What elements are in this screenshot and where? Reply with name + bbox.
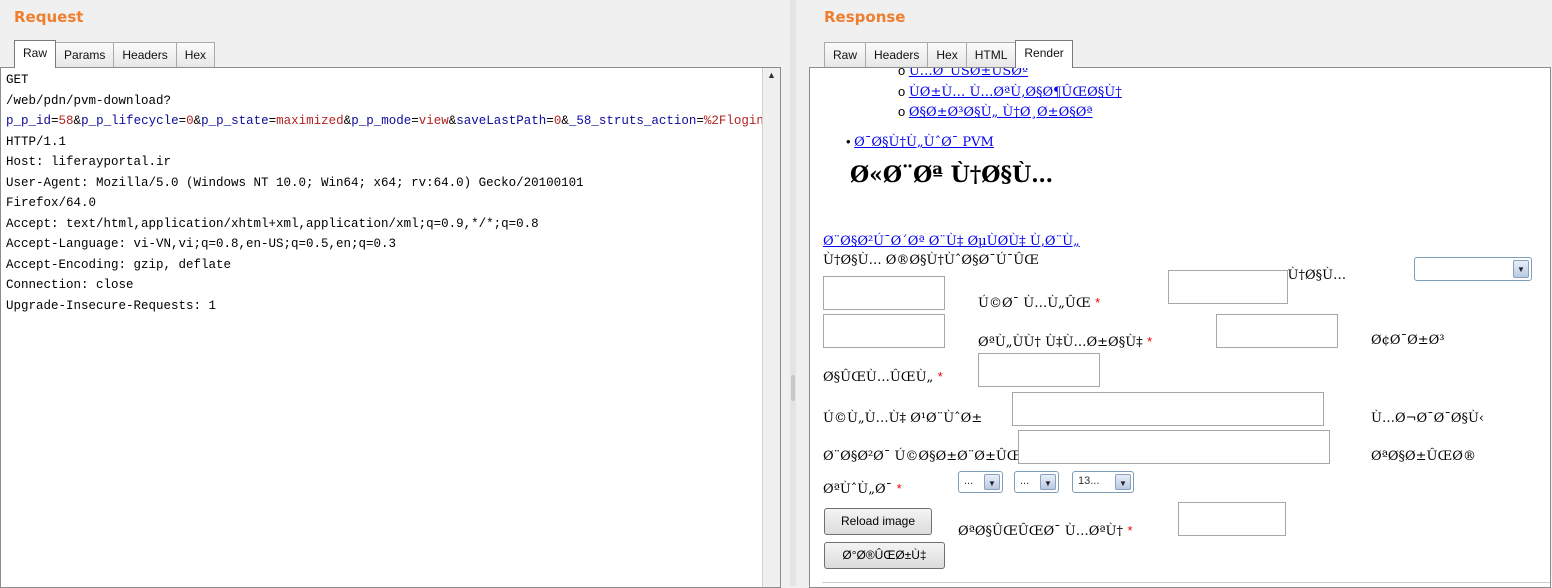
chevron-down-icon: ▼ xyxy=(1513,260,1529,278)
response-title: Response xyxy=(824,8,906,26)
request-method: GET xyxy=(6,73,29,87)
list-item: • Ø¯Ø§Ù†Ù„ÙˆØ¯ PVM xyxy=(846,134,994,150)
address-label: Ø¢Ø¯Ø±Ø³ xyxy=(1371,333,1445,348)
phone-input[interactable] xyxy=(1216,314,1338,348)
tab-hex[interactable]: Hex xyxy=(175,42,216,67)
first-name-input[interactable] xyxy=(1168,270,1288,304)
request-scrollbar[interactable]: ▲ xyxy=(762,68,780,587)
tab-raw[interactable]: Raw xyxy=(14,40,57,68)
menu-link[interactable]: ÙØ±Ù… Ù…ØªÙ‚Ø§Ø¶ÛŒØ§Ù† xyxy=(909,85,1122,100)
chevron-down-icon: ▼ xyxy=(1040,474,1056,490)
chevron-down-icon: ▼ xyxy=(1115,474,1131,490)
pane-splitter[interactable] xyxy=(790,0,796,586)
national-code-input[interactable] xyxy=(823,314,945,348)
tab-render[interactable]: Render xyxy=(1015,40,1073,68)
header-line: Host: liferayportal.ir xyxy=(6,155,172,169)
request-title: Request xyxy=(14,8,84,26)
divider xyxy=(822,582,1550,587)
password-label: Ú©Ù„Ù…Ù‡ Ø¹Ø¨ÙˆØ± xyxy=(823,411,983,426)
splitter-grip-icon[interactable] xyxy=(791,375,795,401)
card-label: Ø¨Ø§Ø²Ø¯ Ú©Ø§Ø±Ø¨Ø±ÛŒ xyxy=(823,449,1022,464)
pvm-download-link[interactable]: Ø¯Ø§Ù†Ù„ÙˆØ¯ PVM xyxy=(854,135,994,150)
email-label: Ø§ÛŒÙ…ÛŒÙ„ * xyxy=(823,369,943,385)
header-line: Firefox/64.0 xyxy=(6,196,97,210)
request-body[interactable]: GET /web/pdn/pvm-download?p_p_id=58&p_p_… xyxy=(1,68,780,316)
top-select[interactable]: ▼ xyxy=(1414,257,1532,281)
page-title: Ø«Ø¨Øª Ù†Ø§Ù… xyxy=(850,162,1054,188)
birth-label: ØªÙˆÙ„Ø¯ * xyxy=(823,481,902,497)
submit-button[interactable]: Ø°Ø®ÛŒØ±Ù‡ xyxy=(824,542,945,569)
birth-day-select[interactable]: ... ▼ xyxy=(958,471,1003,493)
tab-raw[interactable]: Raw xyxy=(824,42,867,67)
header-line: Accept: text/html,application/xhtml+xml,… xyxy=(6,216,539,231)
request-editor[interactable]: GET /web/pdn/pvm-download?p_p_id=58&p_p_… xyxy=(0,67,781,588)
header-line: Accept-Encoding: gzip, deflate xyxy=(6,257,232,272)
request-url: /web/pdn/pvm-download?p_p_id=58&p_p_life… xyxy=(6,93,780,149)
phone-label: ØªÙ„ÙÙ† Ù‡Ù…Ø±Ø§Ù‡ * xyxy=(978,334,1153,350)
response-tabs: Raw Headers Hex HTML Render xyxy=(824,40,1073,68)
header-line: Upgrade-Insecure-Requests: 1 xyxy=(6,298,217,313)
back-link[interactable]: Ø¨Ø§Ø²Ú¯Ø´Øª Ø¨Ù‡ ØµÙØ­Ù‡ Ù‚Ø¨Ù„ xyxy=(823,234,1080,249)
list-item: o Ù…Ø¯ÙŠØ±ÙŠØª xyxy=(898,68,1028,80)
tab-headers[interactable]: Headers xyxy=(113,42,177,67)
card-input[interactable] xyxy=(1018,430,1330,464)
reload-image-button[interactable]: Reload image xyxy=(824,508,932,535)
chevron-down-icon: ▼ xyxy=(984,474,1000,490)
tab-hex[interactable]: Hex xyxy=(927,42,967,67)
scroll-up-arrow-icon[interactable]: ▲ xyxy=(767,70,776,80)
email-input[interactable] xyxy=(978,353,1100,387)
last-name-label: Ù†Ø§Ù… Ø®Ø§Ù†ÙˆØ§Ø¯Ú¯ÛŒ xyxy=(823,253,1039,268)
header-line: Connection: close xyxy=(6,278,134,292)
password-input[interactable] xyxy=(1012,392,1324,426)
tab-headers[interactable]: Headers xyxy=(865,42,929,67)
birth-year-select[interactable]: 13... ▼ xyxy=(1072,471,1134,493)
menu-link[interactable]: Ù…Ø¯ÙŠØ±ÙŠØª xyxy=(909,68,1028,79)
header-line: Accept-Language: vi-VN,vi;q=0.8,en-US;q=… xyxy=(6,237,397,251)
date-label: ØªØ§Ø±ÛŒØ® xyxy=(1371,449,1476,464)
first-name-label: * Ù†Ø§Ù… xyxy=(1278,267,1347,283)
request-tabs: Raw Params Headers Hex xyxy=(14,40,216,68)
header-line: User-Agent: Mozilla/5.0 (Windows NT 10.0… xyxy=(6,175,584,190)
last-name-input[interactable] xyxy=(823,276,945,310)
captcha-label: ØªØ§ÛŒÛŒØ¯ Ù…ØªÙ† * xyxy=(958,523,1133,539)
birth-month-select[interactable]: ... ▼ xyxy=(1014,471,1059,493)
tab-html[interactable]: HTML xyxy=(965,42,1017,67)
national-code-label: Ú©Ø¯ Ù…Ù„ÛŒ * xyxy=(978,295,1101,311)
tab-params[interactable]: Params xyxy=(55,42,115,67)
render-view: o Ù…Ø¯ÙŠØ±ÙŠØª o ÙØ±Ù… Ù…ØªÙ‚Ø§Ø¶ÛŒØ§Ù† … xyxy=(809,67,1551,588)
list-item: o ÙØ±Ù… Ù…ØªÙ‚Ø§Ø¶ÛŒØ§Ù† xyxy=(898,84,1122,100)
list-item: o Ø§Ø±Ø³Ø§Ù„ Ù†Ø¸Ø±Ø§Øª xyxy=(898,104,1093,120)
menu-link[interactable]: Ø§Ø±Ø³Ø§Ù„ Ù†Ø¸Ø±Ø§Øª xyxy=(909,105,1093,120)
password-confirm-label: Ù…Ø¬Ø¯Ø¯Ø§Ù‹ xyxy=(1371,411,1485,426)
captcha-input[interactable] xyxy=(1178,502,1286,536)
